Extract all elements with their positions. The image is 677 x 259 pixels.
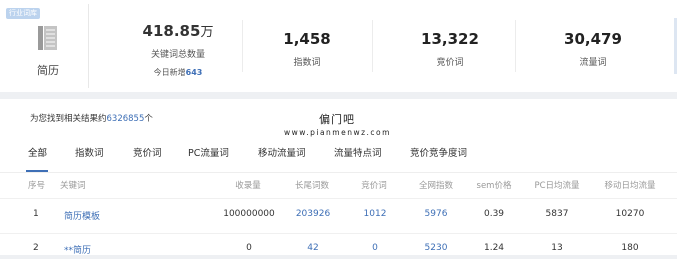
- total-keywords-label: 关键词总数量: [150, 50, 205, 60]
- cell-indexed: 0: [246, 243, 252, 253]
- industry-tag-badge: 行业词库: [6, 8, 40, 19]
- total-keywords-value: 418.85万: [142, 22, 214, 40]
- table-header: 序号 关键词 收录量 长尾词数 竞价词 全网指数 sem价格 PC日均流量 移动…: [0, 179, 677, 193]
- tab-index-words[interactable]: 指数词: [75, 145, 104, 159]
- col-header-web-index[interactable]: 全网指数: [419, 179, 453, 191]
- keyword-stats-card: 简历 行业词库 418.85万 关键词总数量 今日新增643 1,458 指数词…: [0, 0, 677, 92]
- tab-pc-traffic-words[interactable]: PC流量词: [188, 145, 229, 159]
- stat-divider: [515, 20, 516, 72]
- stat-value: 13,322: [421, 30, 479, 48]
- col-header-pc-traffic[interactable]: PC日均流量: [534, 179, 579, 191]
- result-count: 6326855: [106, 114, 145, 124]
- cell-index: 1: [33, 209, 39, 219]
- today-new-line: 今日新增643: [153, 68, 203, 77]
- stat-index-words[interactable]: 1,458 指数词: [242, 0, 372, 92]
- tab-bid-competition-words[interactable]: 竞价竞争度词: [410, 145, 467, 159]
- cell-pc-traffic: 5837: [545, 209, 569, 219]
- watermark-title: 偏门吧: [319, 113, 355, 126]
- book-icon: [38, 26, 57, 50]
- cell-web-index-link[interactable]: 5976: [425, 209, 448, 219]
- col-header-sem-price[interactable]: sem价格: [477, 179, 512, 191]
- stat-label: 指数词: [293, 58, 321, 68]
- row-divider: [0, 233, 677, 234]
- table-row: 1 简历模板 100000000 203926 1012 5976 0.39 5…: [0, 209, 677, 225]
- tabs-divider: [0, 172, 677, 173]
- cell-bid-link[interactable]: 0: [372, 243, 378, 253]
- col-header-bid[interactable]: 竞价词: [361, 179, 387, 191]
- results-card: 为您找到相关结果约6326855个 偏门吧 www.pianmenwz.com …: [0, 99, 677, 256]
- cell-longtail-link[interactable]: 42: [307, 243, 318, 253]
- cell-index: 2: [33, 243, 39, 253]
- col-header-mobile-traffic[interactable]: 移动日均流量: [604, 179, 655, 191]
- stat-label: 流量词: [579, 58, 607, 68]
- tab-bid-words[interactable]: 竞价词: [133, 145, 162, 159]
- col-header-keyword: 关键词: [60, 181, 86, 191]
- stat-divider: [372, 20, 373, 72]
- total-keywords-block: 418.85万 关键词总数量 今日新增643: [118, 0, 238, 92]
- result-summary: 为您找到相关结果约6326855个: [30, 114, 153, 124]
- cell-keyword-link[interactable]: 简历模板: [64, 209, 100, 222]
- cell-sem-price: 1.24: [483, 243, 505, 253]
- watermark-url: www.pianmenwz.com: [284, 128, 391, 137]
- cell-sem-price: 0.39: [483, 209, 505, 219]
- cell-web-index-link[interactable]: 5230: [425, 243, 448, 253]
- tab-mobile-traffic-words[interactable]: 移动流量词: [258, 145, 306, 159]
- table-row: 2 **简历 0 42 0 5230 1.24 13 180: [0, 243, 677, 259]
- cell-indexed: 100000000: [223, 209, 275, 219]
- cell-bid-link[interactable]: 1012: [364, 209, 387, 219]
- cell-longtail-link[interactable]: 203926: [296, 209, 330, 219]
- total-keywords-unit: 万: [200, 25, 214, 40]
- stat-bid-words[interactable]: 13,322 竞价词: [385, 0, 515, 92]
- stat-value: 1,458: [283, 30, 331, 48]
- cell-mobile-traffic: 10270: [615, 209, 645, 219]
- stat-value: 30,479: [564, 30, 622, 48]
- tab-all[interactable]: 全部: [28, 145, 47, 159]
- col-header-longtail[interactable]: 长尾词数: [295, 179, 329, 191]
- row-divider: [0, 198, 677, 199]
- cell-mobile-traffic: 180: [621, 243, 639, 253]
- keyword-type-tabs: 全部 指数词 竞价词 PC流量词 移动流量词 流量特点词 竞价竞争度词: [0, 145, 677, 169]
- cell-pc-traffic: 13: [551, 243, 563, 253]
- category-name: 简历: [37, 64, 59, 77]
- col-header-index: 序号: [28, 181, 46, 191]
- stat-traffic-words[interactable]: 30,479 流量词: [528, 0, 658, 92]
- today-new-count: 643: [185, 68, 203, 77]
- stat-label: 竞价词: [436, 58, 464, 68]
- col-header-indexed[interactable]: 收录量: [235, 179, 261, 191]
- tab-traffic-feature-words[interactable]: 流量特点词: [334, 145, 382, 159]
- cell-keyword-link[interactable]: **简历: [64, 243, 91, 256]
